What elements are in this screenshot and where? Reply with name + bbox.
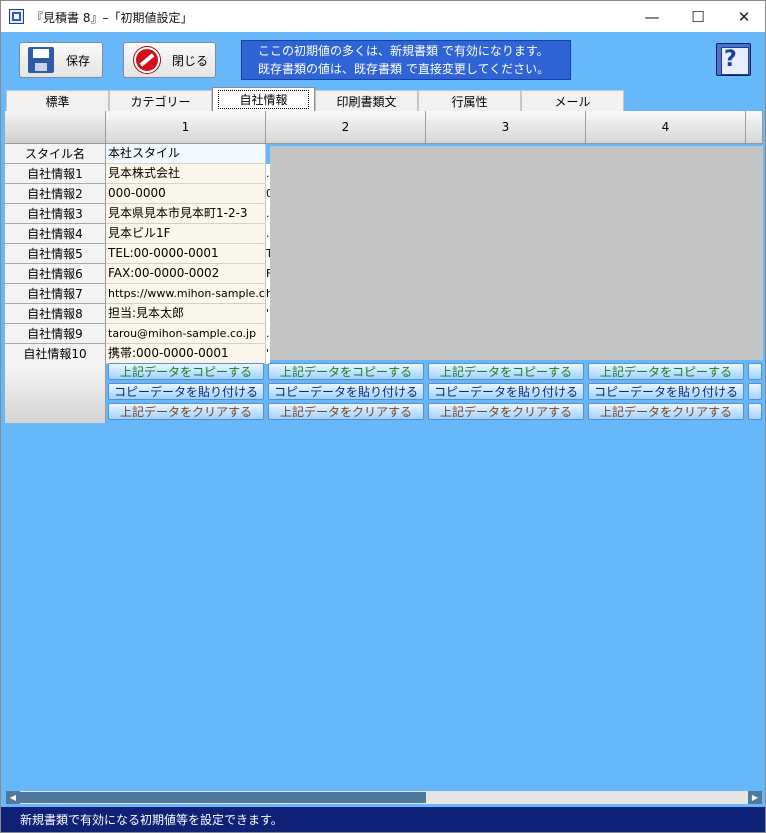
scroll-left-arrow-icon[interactable]: ◀ <box>6 791 20 804</box>
window-title: 『見積書 8』–「初期値設定」 <box>31 11 193 25</box>
tab-company-info[interactable]: 自社情報 <box>212 87 315 111</box>
col2-info-9-edge[interactable]: . <box>266 324 270 344</box>
company-info-grid: 1 2 3 4 スタイル名 本社スタイル 自社情報1 見本株式会社 . 自社情報… <box>5 111 763 423</box>
style-name-cell[interactable]: 本社スタイル <box>106 144 266 164</box>
copy-button-col1[interactable]: 上記データをコピーする <box>108 363 264 380</box>
col2-info-2-edge[interactable]: 0 <box>266 184 270 204</box>
clear-button-col2[interactable]: 上記データをクリアする <box>268 403 424 420</box>
company-info-5-cell[interactable]: TEL:00-0000-0001 <box>106 244 266 264</box>
tab-standard[interactable]: 標準 <box>6 90 109 111</box>
column-header-2[interactable]: 2 <box>266 111 426 144</box>
status-bar: 新規書類で有効になる初期値等を設定できます。 <box>1 807 765 832</box>
help-button[interactable]: ? <box>716 43 751 76</box>
row-header-info-6: 自社情報6 <box>5 264 106 284</box>
company-info-7-cell[interactable]: https://www.mihon-sample.c <box>106 284 266 304</box>
paste-button-col4[interactable]: コピーデータを貼り付ける <box>588 383 744 400</box>
company-info-2-cell[interactable]: 000-0000 <box>106 184 266 204</box>
column-header-4[interactable]: 4 <box>586 111 746 144</box>
col2-info-8-edge[interactable]: ' <box>266 304 270 324</box>
paste-button-col5[interactable] <box>748 383 762 400</box>
inactive-cells-area <box>270 146 763 360</box>
row-header-info-3: 自社情報3 <box>5 204 106 224</box>
col2-info-3-edge[interactable]: . <box>266 204 270 224</box>
tab-line-attributes[interactable]: 行属性 <box>418 90 521 111</box>
row-header-info-5: 自社情報5 <box>5 244 106 264</box>
app-window: 『見積書 8』–「初期値設定」 — ☐ ✕ 保存 閉じる ここの初期値の多くは、… <box>0 0 766 833</box>
paste-button-col2[interactable]: コピーデータを貼り付ける <box>268 383 424 400</box>
company-info-1-cell[interactable]: 見本株式会社 <box>106 164 266 184</box>
company-info-3-cell[interactable]: 見本県見本市見本町1-2-3 <box>106 204 266 224</box>
col2-info-6-edge[interactable]: F <box>266 264 270 284</box>
row-header-info-4: 自社情報4 <box>5 224 106 244</box>
grid-corner <box>5 111 106 144</box>
clear-button-col3[interactable]: 上記データをクリアする <box>428 403 584 420</box>
maximize-button[interactable]: ☐ <box>675 1 721 32</box>
help-icon: ? <box>724 47 737 72</box>
row-header-info-1: 自社情報1 <box>5 164 106 184</box>
col2-info-1-edge[interactable]: . <box>266 164 270 184</box>
column-header-1[interactable]: 1 <box>106 111 266 144</box>
company-info-8-cell[interactable]: 担当:見本太郎 <box>106 304 266 324</box>
row-header-info-2: 自社情報2 <box>5 184 106 204</box>
row-header-style-name: スタイル名 <box>5 144 106 164</box>
close-button[interactable]: 閉じる <box>123 42 216 78</box>
action-row-header <box>5 361 106 423</box>
tab-category[interactable]: カテゴリー <box>109 90 212 111</box>
column-header-3[interactable]: 3 <box>426 111 586 144</box>
close-label: 閉じる <box>172 53 209 68</box>
floppy-disk-icon <box>28 47 54 73</box>
company-info-10-cell[interactable]: 携帯:000-0000-0001 <box>106 344 266 364</box>
info-line-2: 既存書類の値は、既存書類 で直接変更してください。 <box>258 62 550 76</box>
info-message: ここの初期値の多くは、新規書類 で有効になります。 既存書類の値は、既存書類 で… <box>241 40 571 80</box>
paste-button-col1[interactable]: コピーデータを貼り付ける <box>108 383 264 400</box>
row-header-info-9: 自社情報9 <box>5 324 106 344</box>
tab-mail[interactable]: メール <box>521 90 624 111</box>
row-header-info-7: 自社情報7 <box>5 284 106 304</box>
close-window-button[interactable]: ✕ <box>721 1 765 32</box>
save-label: 保存 <box>66 53 91 68</box>
scrollbar-thumb[interactable] <box>20 792 426 803</box>
no-entry-icon <box>134 47 160 73</box>
copy-button-col4[interactable]: 上記データをコピーする <box>588 363 744 380</box>
copy-button-col2[interactable]: 上記データをコピーする <box>268 363 424 380</box>
col2-info-4-edge[interactable]: . <box>266 224 270 244</box>
app-icon <box>9 9 24 24</box>
save-button[interactable]: 保存 <box>19 42 103 78</box>
clear-button-col5[interactable] <box>748 403 762 420</box>
clear-button-col1[interactable]: 上記データをクリアする <box>108 403 264 420</box>
row-header-info-8: 自社情報8 <box>5 304 106 324</box>
col2-info-7-edge[interactable]: h <box>266 284 270 304</box>
info-line-1: ここの初期値の多くは、新規書類 で有効になります。 <box>258 44 549 58</box>
company-info-9-cell[interactable]: tarou@mihon-sample.co.jp <box>106 324 266 344</box>
paste-button-col3[interactable]: コピーデータを貼り付ける <box>428 383 584 400</box>
horizontal-scrollbar[interactable]: ◀ ▶ <box>6 791 762 804</box>
scroll-right-arrow-icon[interactable]: ▶ <box>748 791 762 804</box>
clear-button-col4[interactable]: 上記データをクリアする <box>588 403 744 420</box>
tab-bar: 標準 カテゴリー 自社情報 印刷書類文 行属性 メール <box>6 87 626 111</box>
col2-info-10-edge[interactable]: ' <box>266 344 270 364</box>
title-bar: 『見積書 8』–「初期値設定」 — ☐ ✕ <box>1 1 765 32</box>
company-info-6-cell[interactable]: FAX:00-0000-0002 <box>106 264 266 284</box>
company-info-4-cell[interactable]: 見本ビル1F <box>106 224 266 244</box>
col2-info-5-edge[interactable]: T <box>266 244 270 264</box>
tab-print-text[interactable]: 印刷書類文 <box>315 90 418 111</box>
minimize-button[interactable]: — <box>629 1 675 32</box>
column-header-5[interactable] <box>746 111 763 144</box>
copy-button-col3[interactable]: 上記データをコピーする <box>428 363 584 380</box>
copy-button-col5[interactable] <box>748 363 762 380</box>
